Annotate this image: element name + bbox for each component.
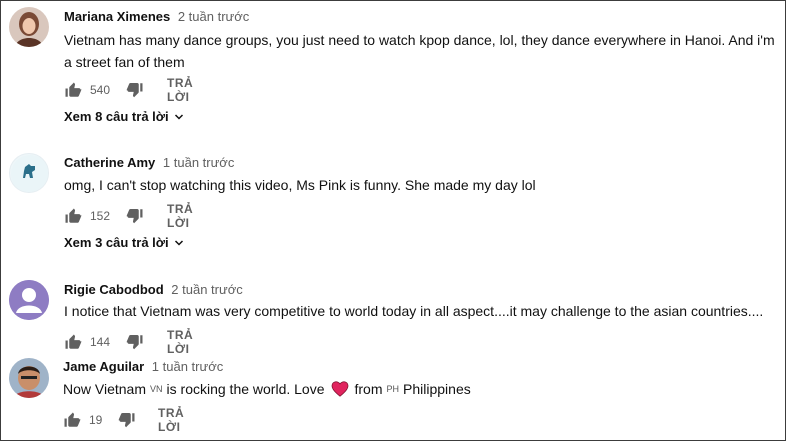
- chevron-down-icon: [174, 113, 183, 120]
- view-replies-button[interactable]: Xem 3 câu trả lời: [64, 235, 185, 250]
- view-replies-label: Xem 3 câu trả lời: [64, 235, 169, 250]
- author-name[interactable]: Mariana Ximenes: [64, 9, 170, 24]
- philippines-flag-icon: PH: [386, 384, 400, 394]
- timestamp[interactable]: 2 tuần trước: [178, 9, 249, 24]
- comment-header: Jame Aguilar 1 tuần trước: [63, 359, 223, 374]
- heart-icon: [331, 381, 348, 397]
- thumbs-up-icon: [64, 412, 81, 427]
- reply-label: TRẢ LỜI: [167, 328, 194, 356]
- avatar[interactable]: [9, 153, 49, 193]
- like-count: 144: [90, 335, 111, 349]
- reply-button[interactable]: TRẢ LỜI: [167, 328, 193, 356]
- thumbs-up-icon: [65, 334, 82, 349]
- thumbs-down-icon: [126, 82, 143, 98]
- reply-button[interactable]: TRẢ LỜI: [158, 406, 184, 434]
- comment-header: Mariana Ximenes 2 tuần trước: [64, 9, 249, 24]
- like-button[interactable]: 19: [63, 410, 102, 430]
- reply-button[interactable]: TRẢ LỜI: [167, 76, 193, 104]
- comment-text-part: from: [354, 381, 383, 397]
- comment-text: Vietnam has many dance groups, you just …: [64, 32, 775, 70]
- chevron-down-icon: [174, 239, 183, 246]
- thumbs-up-icon: [65, 208, 82, 223]
- like-count: 152: [90, 209, 111, 223]
- thumbs-down-icon: [126, 334, 143, 350]
- comment-text-part: is rocking the world. Love: [166, 381, 325, 397]
- like-button[interactable]: 540: [64, 80, 110, 100]
- reply-button[interactable]: TRẢ LỜI: [167, 202, 193, 230]
- like-count: 540: [90, 83, 111, 97]
- avatar[interactable]: [9, 280, 49, 320]
- view-replies-label: Xem 8 câu trả lời: [64, 109, 169, 124]
- like-button[interactable]: 152: [64, 206, 110, 226]
- timestamp[interactable]: 2 tuần trước: [171, 282, 242, 297]
- comment-header: Catherine Amy 1 tuần trước: [64, 155, 234, 170]
- thumbs-down-icon: [126, 208, 143, 224]
- comment-text-part: Now Vietnam: [63, 381, 147, 397]
- reply-label: TRẢ LỜI: [158, 406, 185, 434]
- like-button[interactable]: 144: [64, 332, 110, 352]
- comment-header: Rigie Cabodbod 2 tuần trước: [64, 282, 243, 297]
- like-count: 19: [89, 413, 103, 427]
- dislike-button[interactable]: [126, 206, 144, 226]
- comment-text: Now Vietnam VN is rocking the world. Lov…: [63, 378, 775, 400]
- dislike-button[interactable]: [118, 410, 136, 430]
- author-name[interactable]: Jame Aguilar: [63, 359, 144, 374]
- timestamp[interactable]: 1 tuần trước: [152, 359, 223, 374]
- dislike-button[interactable]: [126, 332, 144, 352]
- comment-text-part: Philippines: [403, 381, 471, 397]
- dislike-button[interactable]: [126, 80, 144, 100]
- author-name[interactable]: Rigie Cabodbod: [64, 282, 164, 297]
- avatar[interactable]: [9, 7, 49, 47]
- thumbs-down-icon: [118, 412, 135, 428]
- avatar[interactable]: [9, 358, 49, 398]
- reply-label: TRẢ LỜI: [167, 76, 194, 104]
- comment-text: I notice that Vietnam was very competiti…: [64, 303, 764, 319]
- vietnam-flag-icon: VN: [150, 384, 163, 394]
- view-replies-button[interactable]: Xem 8 câu trả lời: [64, 109, 185, 124]
- timestamp[interactable]: 1 tuần trước: [163, 155, 234, 170]
- comment-text: omg, I can't stop watching this video, M…: [64, 177, 536, 193]
- reply-label: TRẢ LỜI: [167, 202, 194, 230]
- author-name[interactable]: Catherine Amy: [64, 155, 155, 170]
- thumbs-up-icon: [65, 82, 82, 97]
